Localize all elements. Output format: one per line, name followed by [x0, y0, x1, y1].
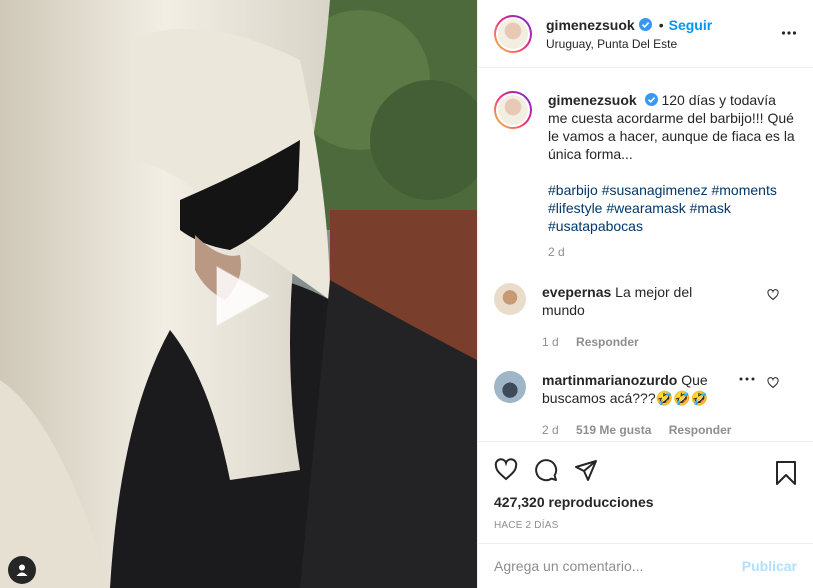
hashtag[interactable]: #mask: [690, 200, 731, 216]
comment-time[interactable]: 2 d: [542, 423, 559, 437]
hashtag[interactable]: #barbijo: [548, 182, 598, 198]
follow-button[interactable]: Seguir: [669, 17, 713, 33]
comment-avatar[interactable]: [494, 371, 526, 403]
instagram-post: gimenezsuok • Seguir Uruguay, Punta Del …: [0, 0, 813, 588]
comment-username[interactable]: evepernas: [542, 284, 611, 300]
comment-username[interactable]: martinmarianozurdo: [542, 372, 677, 388]
comment: martinmarianozurdo Que buscamos acá???🤣🤣…: [494, 371, 797, 439]
comment: evepernas La mejor del mundo 1 d Respond…: [494, 283, 797, 351]
header-username[interactable]: gimenezsuok: [546, 17, 635, 33]
hashtag[interactable]: #wearamask: [606, 200, 685, 216]
heart-icon[interactable]: [767, 377, 779, 389]
separator-dot: •: [658, 16, 664, 33]
verified-icon: [638, 18, 652, 31]
more-options-icon[interactable]: [781, 30, 797, 36]
add-comment-bar: Agrega un comentario... Publicar: [478, 543, 813, 588]
hashtags: #barbijo #susanagimenez #moments #lifest…: [548, 181, 797, 235]
share-icon[interactable]: [574, 458, 598, 482]
comment-options-icon[interactable]: [739, 377, 755, 381]
comments-list[interactable]: gimenezsuok 120 días y todavía me cuesta…: [478, 69, 813, 441]
heart-icon[interactable]: [767, 289, 779, 301]
hashtag[interactable]: #moments: [711, 182, 776, 198]
publish-button[interactable]: Publicar: [742, 558, 797, 574]
bookmark-icon[interactable]: [775, 460, 797, 486]
verified-icon: [644, 93, 658, 106]
comment-meta: 2 d 519 Me gusta Responder: [542, 421, 732, 439]
reply-button[interactable]: Responder: [576, 335, 639, 349]
post-date[interactable]: HACE 2 DÍAS: [478, 520, 813, 531]
post-actions: 427,320 reproducciones HACE 2 DÍAS: [478, 441, 813, 542]
view-count[interactable]: 427,320 reproducciones: [478, 494, 813, 510]
hashtag[interactable]: #usatapabocas: [548, 218, 643, 234]
comment-time[interactable]: 1 d: [542, 335, 559, 349]
comment-input[interactable]: Agrega un comentario...: [494, 558, 742, 574]
reply-button[interactable]: Responder: [669, 423, 732, 437]
caption: gimenezsuok 120 días y todavía me cuesta…: [494, 91, 797, 261]
caption-username[interactable]: gimenezsuok: [548, 92, 637, 108]
play-icon[interactable]: [207, 263, 273, 329]
caption-avatar[interactable]: [494, 91, 532, 129]
video-media[interactable]: [0, 0, 477, 588]
location-link[interactable]: Uruguay, Punta Del Este: [546, 37, 712, 51]
post-header: gimenezsuok • Seguir Uruguay, Punta Del …: [478, 0, 813, 68]
hashtag[interactable]: #lifestyle: [548, 200, 602, 216]
comment-icon[interactable]: [534, 458, 558, 482]
comment-likes[interactable]: 519 Me gusta: [576, 423, 651, 437]
comment-avatar[interactable]: [494, 283, 526, 315]
heart-icon[interactable]: [494, 458, 518, 482]
caption-time[interactable]: 2 d: [548, 243, 797, 261]
comment-meta: 1 d Responder: [542, 333, 732, 351]
post-sidebar: gimenezsuok • Seguir Uruguay, Punta Del …: [477, 0, 813, 588]
user-tag-icon[interactable]: [8, 556, 36, 584]
avatar[interactable]: [494, 14, 532, 53]
hashtag[interactable]: #susanagimenez: [602, 182, 708, 198]
